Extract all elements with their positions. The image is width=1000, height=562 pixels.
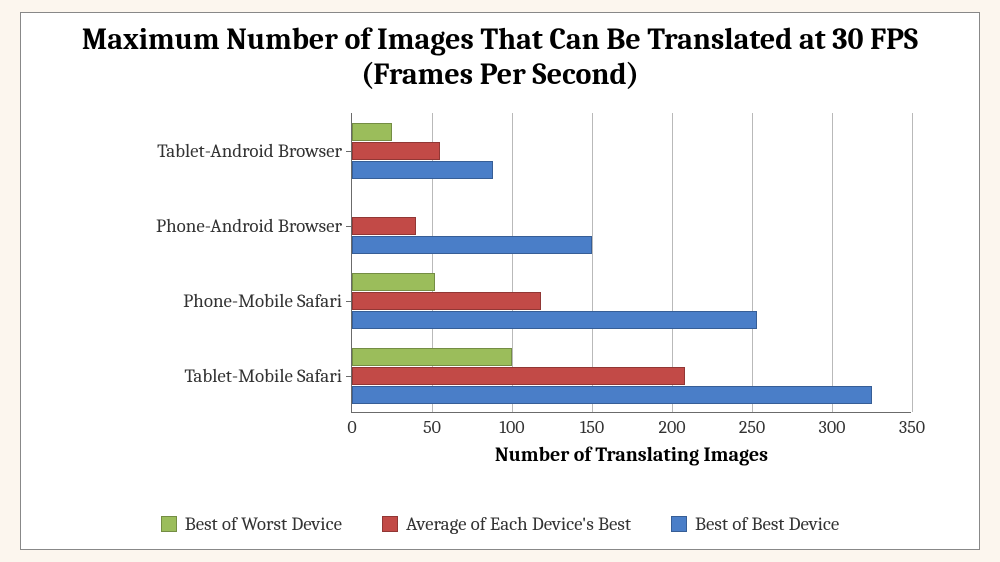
swatch-red-icon <box>382 516 398 532</box>
chart-card: Maximum Number of Images That Can Be Tra… <box>20 12 980 550</box>
x-tick-label: 0 <box>347 417 356 438</box>
category-label: Phone-Android Browser <box>52 215 342 237</box>
x-tick-label: 50 <box>423 417 441 438</box>
bar <box>352 367 685 385</box>
x-tick-label: 300 <box>819 417 846 438</box>
legend: Best of Worst Device Average of Each Dev… <box>71 513 929 535</box>
x-tick-label: 150 <box>580 417 604 438</box>
legend-label: Best of Best Device <box>695 513 839 535</box>
bar <box>352 142 440 160</box>
legend-label: Best of Worst Device <box>185 513 342 535</box>
x-tick-label: 200 <box>658 417 685 438</box>
bar <box>352 161 493 179</box>
bar <box>352 236 592 254</box>
category-label: Phone-Mobile Safari <box>52 290 342 312</box>
bar <box>352 292 541 310</box>
x-tick-label: 350 <box>899 417 925 438</box>
swatch-green-icon <box>161 516 177 532</box>
gridline <box>912 113 913 412</box>
x-tick-label: 100 <box>499 417 524 438</box>
category-label: Tablet-Mobile Safari <box>52 365 342 387</box>
gridline <box>752 113 753 412</box>
legend-label: Average of Each Device's Best <box>406 513 631 535</box>
gridline <box>832 113 833 412</box>
bar <box>352 386 872 404</box>
chart-title: Maximum Number of Images That Can Be Tra… <box>21 13 979 96</box>
bar <box>352 123 392 141</box>
plot-wrap: Number of Translating Images 0 50 100 150 20… <box>51 113 951 473</box>
swatch-blue-icon <box>671 516 687 532</box>
bar <box>352 273 435 291</box>
legend-item-worst: Best of Worst Device <box>161 513 342 535</box>
legend-item-best: Best of Best Device <box>671 513 839 535</box>
bar <box>352 348 512 366</box>
x-axis-label: Number of Translating Images <box>352 443 911 466</box>
bar <box>352 217 416 235</box>
legend-item-average: Average of Each Device's Best <box>382 513 631 535</box>
category-label: Tablet-Android Browser <box>52 140 342 162</box>
x-tick-label: 250 <box>739 417 765 438</box>
plot-area: Number of Translating Images 05010015020… <box>351 113 911 413</box>
bar <box>352 311 757 329</box>
